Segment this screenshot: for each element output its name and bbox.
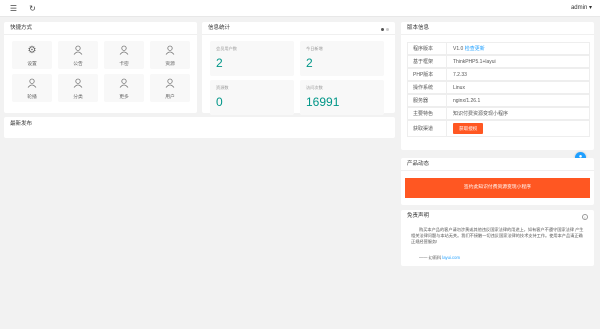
- shortcut-label: 更多: [119, 95, 129, 100]
- refresh-icon[interactable]: ↻: [28, 4, 37, 13]
- shortcut-label: 分类: [73, 95, 83, 100]
- disclaimer-signature: —— 幻雨科 layui.com: [419, 255, 460, 261]
- version-key: 获取渠道: [408, 121, 447, 136]
- product-news-card: 产品动态 签约此知识付费资源变现小程序: [401, 158, 594, 205]
- version-row: 基于框架 ThinkPHP5.1+layui: [407, 55, 590, 68]
- quick-shortcuts-card: 快捷方式 ⚙ 设置 公告 卡密 资源 轮播 分类 更多 用户: [4, 22, 197, 113]
- version-row: 服务器 nginx/1.26.1: [407, 94, 590, 107]
- stat-label: 会员用户数: [216, 46, 237, 51]
- shortcut-label: 卡密: [119, 62, 129, 67]
- shortcut-card-key[interactable]: 卡密: [104, 41, 144, 69]
- version-value: 7.2.33: [453, 72, 467, 78]
- stat-today-new: 今日新增 2: [300, 41, 384, 76]
- info-icon[interactable]: i: [582, 214, 588, 220]
- stat-value: 2: [216, 56, 223, 70]
- stats-card: 信息统计 会员用户数 2 今日新增 2 资源数 0 访问次数 16991: [202, 22, 395, 115]
- stat-value: 0: [216, 95, 223, 109]
- version-row: PHP版本 7.2.33: [407, 68, 590, 81]
- stat-members: 会员用户数 2: [210, 41, 294, 76]
- shortcut-label: 公告: [73, 62, 83, 67]
- version-value: V1.0 检查更新: [453, 43, 485, 55]
- shortcut-label: 用户: [165, 95, 175, 100]
- version-value: 获取授权: [453, 123, 484, 134]
- signature-prefix: —— 幻雨科: [419, 255, 442, 260]
- menu-icon[interactable]: ☰: [9, 4, 18, 13]
- user-icon: [150, 45, 190, 57]
- shortcut-carousel[interactable]: 轮播: [12, 74, 52, 102]
- user-icon: [58, 78, 98, 90]
- version-row: 主要特色 知识付费资源变现小程序: [407, 107, 590, 120]
- top-bar: ☰ ↻ admin ▾: [0, 0, 600, 17]
- version-info-title: 版本信息: [401, 22, 594, 35]
- program-version: V1.0: [453, 46, 464, 52]
- stat-visits: 访问次数 16991: [300, 80, 384, 115]
- user-icon: [104, 45, 144, 57]
- check-update-link[interactable]: 检查更新: [465, 46, 485, 52]
- quick-shortcuts-title: 快捷方式: [4, 22, 197, 35]
- version-key: 操作系统: [408, 82, 447, 93]
- shortcut-label: 轮播: [27, 95, 37, 100]
- user-icon: [12, 78, 52, 90]
- stat-label: 今日新增: [306, 46, 323, 51]
- shortcut-resource[interactable]: 资源: [150, 41, 190, 69]
- product-banner[interactable]: 签约此知识付费资源变现小程序: [405, 178, 590, 198]
- disclaimer-card: 免责声明 i 购买本产品的客户请勿涉黄或其他违反国家法律的用途上，如有客户不遵守…: [401, 210, 594, 266]
- version-value: ThinkPHP5.1+layui: [453, 59, 496, 65]
- get-license-button[interactable]: 获取授权: [453, 123, 484, 134]
- disclaimer-text: 购买本产品的客户请勿涉黄或其他违反国家法律的用途上，如有客户不遵守国家法律 产生…: [411, 227, 584, 244]
- user-icon: [150, 78, 190, 90]
- version-key: 主要特色: [408, 108, 447, 119]
- disclaimer-title: 免责声明: [407, 213, 430, 219]
- shortcut-notice[interactable]: 公告: [58, 41, 98, 69]
- version-row: 获取渠道 获取授权: [407, 120, 590, 137]
- user-icon: [58, 45, 98, 57]
- stat-value: 16991: [306, 95, 340, 109]
- version-key: 服务器: [408, 95, 447, 106]
- version-key: 程序版本: [408, 43, 447, 54]
- stat-resources: 资源数 0: [210, 80, 294, 115]
- signature-link[interactable]: layui.com: [442, 255, 460, 260]
- version-key: 基于框架: [408, 56, 447, 67]
- shortcut-category[interactable]: 分类: [58, 74, 98, 102]
- version-value: Linux: [453, 85, 465, 91]
- version-row: 程序版本 V1.0 检查更新: [407, 42, 590, 55]
- carousel-dots[interactable]: [379, 27, 389, 33]
- shortcut-label: 设置: [27, 62, 37, 67]
- recent-posts-card: 最新发布: [4, 117, 395, 138]
- stat-label: 访问次数: [306, 85, 323, 90]
- shortcut-settings[interactable]: ⚙ 设置: [12, 41, 52, 69]
- version-row: 操作系统 Linux: [407, 81, 590, 94]
- stat-label: 资源数: [216, 85, 229, 90]
- shortcut-users[interactable]: 用户: [150, 74, 190, 102]
- version-key: PHP版本: [408, 69, 447, 80]
- version-value: 知识付费资源变现小程序: [453, 111, 509, 117]
- version-info-card: 版本信息 程序版本 V1.0 检查更新 基于框架 ThinkPHP5.1+lay…: [401, 22, 594, 150]
- stat-value: 2: [306, 56, 313, 70]
- stats-title: 信息统计: [202, 22, 395, 35]
- user-icon: [104, 78, 144, 90]
- shortcut-label: 资源: [165, 62, 175, 67]
- carousel-dot[interactable]: [386, 28, 389, 31]
- gear-icon: ⚙: [27, 45, 37, 56]
- product-news-title: 产品动态: [401, 158, 594, 171]
- version-value: nginx/1.26.1: [453, 98, 481, 104]
- shortcut-more[interactable]: 更多: [104, 74, 144, 102]
- carousel-dot[interactable]: [381, 28, 384, 31]
- user-menu[interactable]: admin ▾: [571, 4, 592, 13]
- recent-posts-title: 最新发布: [10, 121, 33, 127]
